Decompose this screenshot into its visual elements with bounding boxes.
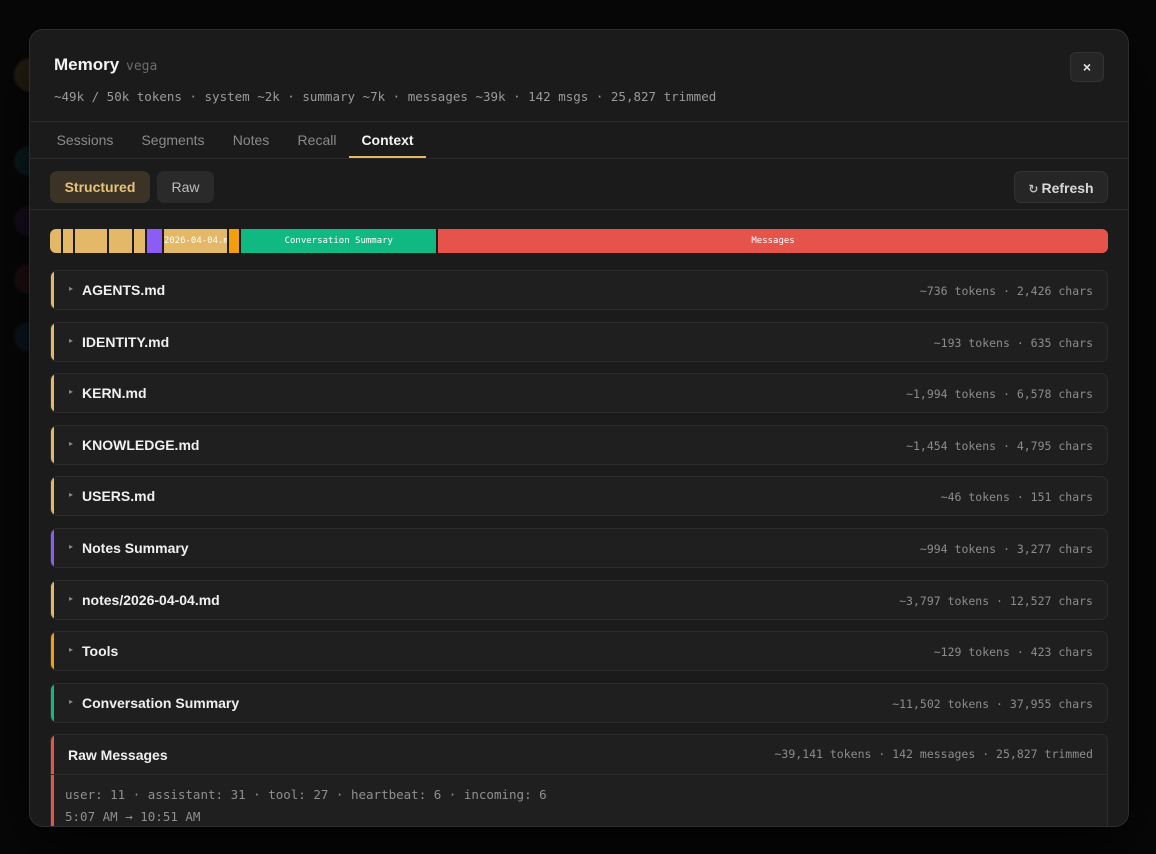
context-section-row[interactable]: ▸ AGENTS.md ~736 tokens · 2,426 chars: [50, 270, 1108, 310]
context-section-row[interactable]: ▸ USERS.md ~46 tokens · 151 chars: [50, 476, 1108, 517]
section-meta: ~11,502 tokens · 37,955 chars: [892, 696, 1093, 711]
section-name: Tools: [82, 643, 119, 660]
token-bar-segment: [134, 229, 147, 253]
section-meta: ~129 tokens · 423 chars: [933, 645, 1093, 660]
expand-caret-icon: ▸: [69, 645, 74, 655]
section-accent: [51, 425, 54, 464]
token-bar-segment: [75, 229, 110, 253]
agent-name: vega: [126, 59, 158, 74]
expand-caret-icon: ▸: [69, 284, 74, 293]
section-name: IDENTITY.md: [82, 333, 170, 350]
section-accent: [51, 271, 54, 309]
token-bar-segment: 2026-04-04.md: [163, 229, 229, 253]
expand-caret-icon: ▸: [69, 387, 74, 397]
section-accent: [51, 632, 54, 671]
context-toolbar: Structured Raw ↻ Refresh: [30, 159, 1128, 210]
token-bar-segment: [228, 229, 242, 253]
section-meta: ~46 tokens · 151 chars: [940, 490, 1093, 505]
token-bar-segment: [50, 229, 63, 253]
token-usage-bar: 2026-04-04.md Conversation Summary Message…: [50, 229, 1108, 253]
section-name: KNOWLEDGE.md: [82, 436, 200, 453]
raw-messages-panel: Raw Messages ~39,141 tokens · 142 messag…: [50, 734, 1108, 826]
expand-caret-icon: ▸: [69, 593, 74, 603]
section-meta: ~736 tokens · 2,426 chars: [919, 284, 1093, 298]
token-bar-segment: [146, 229, 164, 253]
section-meta: ~994 tokens · 3,277 chars: [919, 542, 1093, 556]
close-button[interactable]: ×: [1070, 52, 1104, 82]
expand-caret-icon: ▸: [69, 438, 74, 448]
tab-sessions[interactable]: Sessions: [54, 122, 116, 158]
expand-caret-icon: ▸: [69, 490, 74, 500]
tab-segments[interactable]: Segments: [140, 122, 206, 158]
section-name: Conversation Summary: [82, 694, 240, 711]
section-name: KERN.md: [82, 385, 147, 402]
raw-view-button[interactable]: Raw: [157, 171, 214, 203]
time-range: 5:07 AM → 10:51 AM: [65, 809, 201, 824]
context-section-row[interactable]: ▸ Conversation Summary ~11,502 tokens · 37…: [50, 682, 1108, 723]
section-accent: [51, 477, 54, 516]
tab-bar: Sessions Segments Notes Recall Context: [30, 122, 1128, 159]
expand-caret-icon: ▸: [69, 542, 74, 551]
section-accent: [51, 683, 54, 722]
context-section-row[interactable]: ▸ Tools ~129 tokens · 423 chars: [50, 631, 1108, 672]
section-accent: [51, 580, 54, 619]
dialog-title: Memory: [54, 55, 120, 74]
refresh-label: Refresh: [1041, 180, 1094, 196]
close-icon: ×: [1082, 59, 1092, 75]
context-section-row[interactable]: ▸ Notes Summary ~994 tokens · 3,277 chars: [50, 528, 1108, 568]
tab-notes[interactable]: Notes: [230, 122, 272, 158]
section-meta: ~1,454 tokens · 4,795 chars: [906, 438, 1093, 453]
expand-caret-icon: ▸: [69, 696, 74, 706]
raw-messages-title: Raw Messages: [68, 747, 168, 763]
section-name: notes/2026-04-04.md: [82, 591, 220, 608]
context-section-row[interactable]: ▸ KNOWLEDGE.md ~1,454 tokens · 4,795 chars: [50, 424, 1108, 465]
refresh-button[interactable]: ↻ Refresh: [1014, 171, 1108, 203]
section-accent: [51, 322, 54, 361]
structured-view-button[interactable]: Structured: [50, 171, 150, 203]
token-bar-segment: Conversation Summary: [241, 229, 439, 253]
section-name: AGENTS.md: [82, 282, 166, 298]
memory-dialog: Memory vega ~49k / 50k tokens · system ~…: [29, 29, 1129, 827]
context-section-row[interactable]: ▸ KERN.md ~1,994 tokens · 6,578 chars: [50, 373, 1108, 414]
section-name: Notes Summary: [82, 540, 189, 556]
section-meta: ~1,994 tokens · 6,578 chars: [906, 387, 1093, 402]
expand-caret-icon: ▸: [69, 335, 74, 345]
role-breakdown: user: 11 · assistant: 31 · tool: 27 · he…: [65, 787, 547, 802]
section-accent: [51, 529, 54, 567]
section-accent: [51, 374, 54, 413]
token-bar-segment: [62, 229, 76, 253]
dialog-header: Memory vega ~49k / 50k tokens · system ~…: [30, 30, 1128, 122]
context-section-row[interactable]: ▸ notes/2026-04-04.md ~3,797 tokens · 12,5…: [50, 579, 1108, 620]
refresh-icon: ↻: [1028, 182, 1039, 196]
memory-stats: ~49k / 50k tokens · system ~2k · summary…: [54, 89, 717, 104]
context-section-row[interactable]: ▸ IDENTITY.md ~193 tokens · 635 chars: [50, 321, 1108, 362]
token-bar-segment: [109, 229, 135, 253]
tab-context[interactable]: Context: [349, 122, 426, 158]
tab-recall[interactable]: Recall: [295, 122, 339, 158]
section-meta: ~193 tokens · 635 chars: [933, 335, 1093, 350]
token-bar-segment: Messages: [438, 229, 1108, 253]
raw-messages-meta: ~39,141 tokens · 142 messages · 25,827 t…: [774, 747, 1094, 761]
raw-messages-header[interactable]: Raw Messages ~39,141 tokens · 142 messag…: [51, 735, 1107, 775]
section-meta: ~3,797 tokens · 12,527 chars: [899, 593, 1093, 608]
section-name: USERS.md: [82, 488, 156, 505]
